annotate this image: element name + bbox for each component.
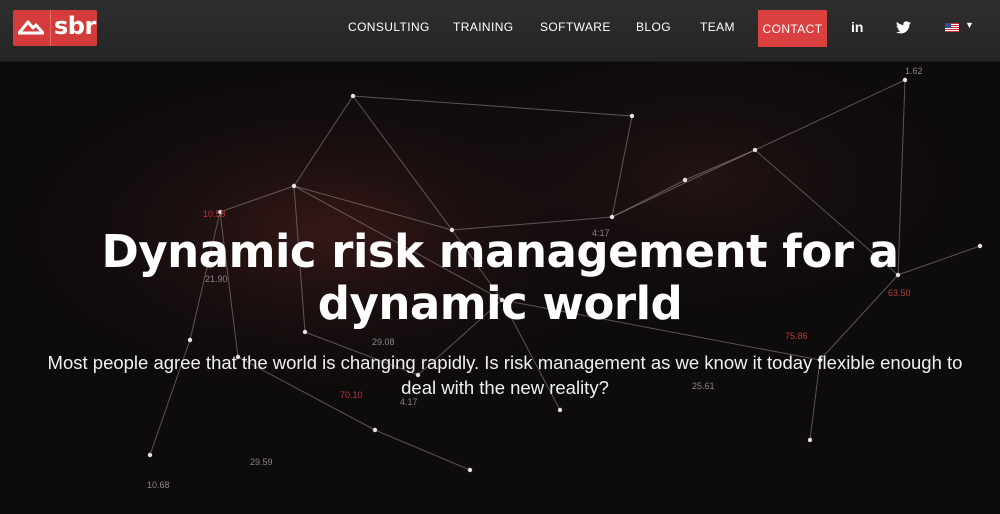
background-number: 75.86	[785, 331, 808, 341]
logo[interactable]: sbr	[13, 10, 97, 46]
network-node	[557, 407, 563, 413]
network-node	[187, 337, 193, 343]
network-node	[302, 329, 308, 335]
site-header: sbr CONSULTING TRAINING SOFTWARE BLOG TE…	[0, 0, 1000, 62]
network-node	[682, 177, 688, 183]
network-node	[629, 113, 635, 119]
network-node	[609, 214, 615, 220]
nav-training[interactable]: TRAINING	[453, 20, 514, 34]
network-node	[372, 427, 378, 433]
network-node	[350, 93, 356, 99]
network-node	[147, 452, 153, 458]
background-number: 29.59	[250, 457, 273, 467]
background-number: 29.08	[372, 337, 395, 347]
hero-title: Dynamic risk management for a dynamic wo…	[101, 225, 899, 330]
nav-consulting[interactable]: CONSULTING	[348, 20, 430, 34]
nav-team[interactable]: TEAM	[700, 20, 735, 34]
logo-divider	[50, 10, 51, 46]
background-number: 1.62	[905, 66, 923, 76]
mountain-icon	[18, 20, 44, 35]
linkedin-icon[interactable]: in	[851, 19, 863, 35]
twitter-icon[interactable]	[896, 21, 911, 34]
network-node	[902, 77, 908, 83]
background-number: 10.68	[147, 480, 170, 490]
logo-text: sbr	[54, 12, 96, 40]
chevron-down-icon[interactable]: ▼	[965, 20, 974, 30]
nav-blog[interactable]: BLOG	[636, 20, 671, 34]
network-node	[291, 183, 297, 189]
nav-software[interactable]: SOFTWARE	[540, 20, 611, 34]
network-node	[752, 147, 758, 153]
network-node	[807, 437, 813, 443]
background-number: 10.58	[203, 209, 226, 219]
network-node	[467, 467, 473, 473]
contact-button[interactable]: CONTACT	[758, 10, 827, 47]
us-flag-icon[interactable]	[945, 23, 959, 32]
hero-subtitle: Most people agree that the world is chan…	[47, 352, 963, 398]
